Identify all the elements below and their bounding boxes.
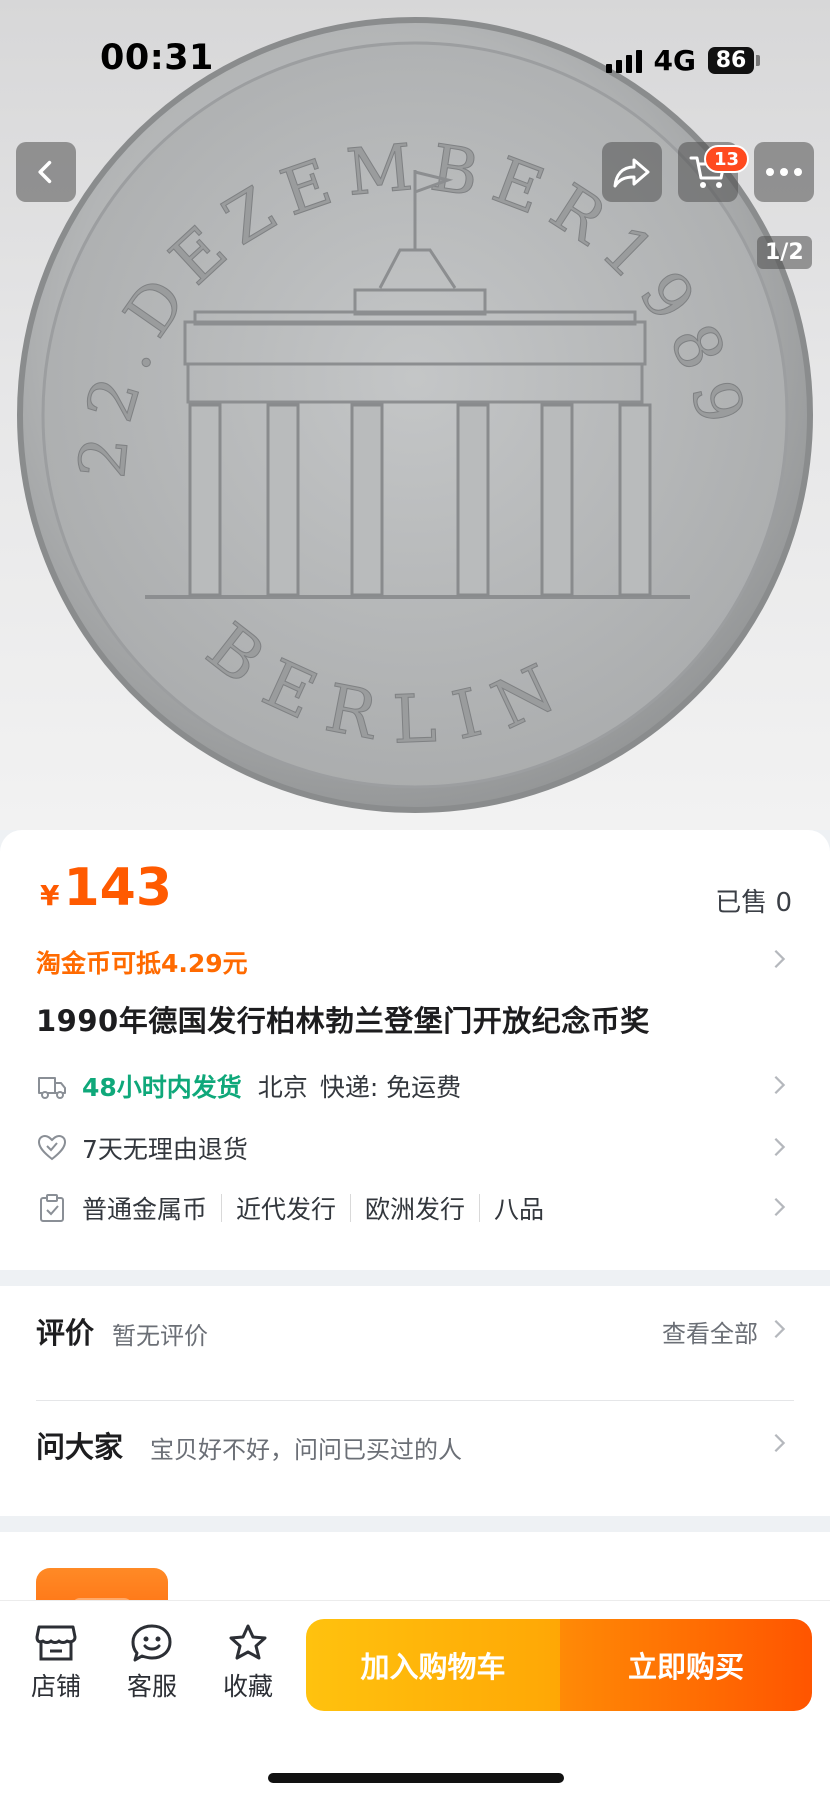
share-icon <box>613 158 650 188</box>
service-label: 客服 <box>126 1672 177 1701</box>
attribute-tag: 普通金属币 <box>82 1195 208 1224</box>
status-time: 00:31 <box>100 38 214 78</box>
star-icon <box>229 1624 267 1660</box>
ask-prompt: 宝贝好不好，问问已买过的人 <box>150 1436 462 1464</box>
sold-count: 已售 0 <box>715 888 792 918</box>
chevron-right-icon <box>774 1197 786 1217</box>
truck-icon <box>38 1077 66 1099</box>
returns-row[interactable]: 7天无理由退货 <box>36 1130 248 1166</box>
favorite-button[interactable]: 收藏 <box>212 1623 284 1703</box>
battery-icon: 86 <box>708 47 760 74</box>
review-card: 评价 暂无评价 查看全部 问大家 宝贝好不好，问问已买过的人 <box>0 1286 830 1516</box>
attribute-tag: 八品 <box>494 1195 545 1224</box>
product-title: 1990年德国发行柏林勃兰登堡门开放纪念币奖 <box>36 1004 650 1038</box>
currency-symbol: ¥ <box>40 879 60 912</box>
product-detail-screen: 22.DEZEMBER1989 BERLIN 00:31 4G 86 13 1/… <box>0 0 830 1800</box>
favorite-label: 收藏 <box>222 1672 273 1701</box>
chat-face-icon <box>131 1624 172 1662</box>
status-indicators: 4G 86 <box>605 44 760 77</box>
share-button[interactable] <box>602 142 662 202</box>
view-all-reviews-link[interactable]: 查看全部 <box>662 1314 758 1349</box>
image-counter: 1/2 <box>757 236 812 269</box>
ship-method: 快递: 免运费 <box>319 1073 462 1102</box>
chevron-right-icon <box>774 1319 786 1339</box>
ship-origin: 北京 <box>257 1073 308 1102</box>
chevron-right-icon <box>774 949 786 969</box>
more-icon <box>766 168 802 176</box>
attribute-tag: 欧洲发行 <box>365 1195 466 1224</box>
heart-shield-icon <box>37 1134 67 1161</box>
signal-icon <box>605 49 642 73</box>
returns-policy: 7天无理由退货 <box>82 1135 248 1164</box>
buy-now-button[interactable]: 立即购买 <box>560 1619 812 1711</box>
customer-service-button[interactable]: 客服 <box>116 1623 188 1703</box>
chevron-right-icon <box>774 1075 786 1095</box>
reviews-title: 评价 <box>36 1316 95 1350</box>
shop-button[interactable]: 店铺 <box>20 1623 92 1703</box>
product-info-card: ¥ 143 已售 0 淘金币可抵4.29元 1990年德国发行柏林勃兰登堡门开放… <box>0 830 830 1270</box>
price-value: 143 <box>63 858 173 918</box>
bottom-action-bar: 店铺 客服 收藏 加入购物车 立即购买 <box>0 1600 830 1800</box>
shipping-row[interactable]: 48小时内发货 北京 快递: 免运费 <box>36 1068 461 1104</box>
reviews-summary: 暂无评价 <box>112 1322 208 1350</box>
shop-label: 店铺 <box>30 1672 81 1701</box>
taojinbi-offer[interactable]: 淘金币可抵4.29元 <box>36 944 248 980</box>
ask-title: 问大家 <box>36 1430 124 1464</box>
attribute-tag: 近代发行 <box>236 1195 337 1224</box>
chevron-right-icon <box>774 1137 786 1157</box>
store-icon <box>35 1625 77 1661</box>
product-image-gallery[interactable]: 22.DEZEMBER1989 BERLIN 00:31 4G 86 13 1/… <box>0 0 830 830</box>
chevron-left-icon <box>38 160 52 184</box>
cart-count-badge: 13 <box>704 145 750 173</box>
battery-level: 86 <box>708 47 754 74</box>
attributes-row[interactable]: 普通金属币 近代发行 欧洲发行 八品 <box>36 1190 544 1226</box>
home-indicator[interactable] <box>268 1773 564 1783</box>
coin-image: 22.DEZEMBER1989 BERLIN <box>17 17 813 813</box>
chevron-right-icon <box>774 1433 786 1453</box>
ship-speed: 48小时内发货 <box>82 1073 242 1102</box>
back-button[interactable] <box>16 142 76 202</box>
add-to-cart-button[interactable]: 加入购物车 <box>306 1619 560 1711</box>
divider <box>36 1400 794 1401</box>
clipboard-icon <box>40 1194 64 1222</box>
price: ¥ 143 <box>40 858 172 918</box>
more-button[interactable] <box>754 142 814 202</box>
network-type: 4G <box>653 44 696 77</box>
